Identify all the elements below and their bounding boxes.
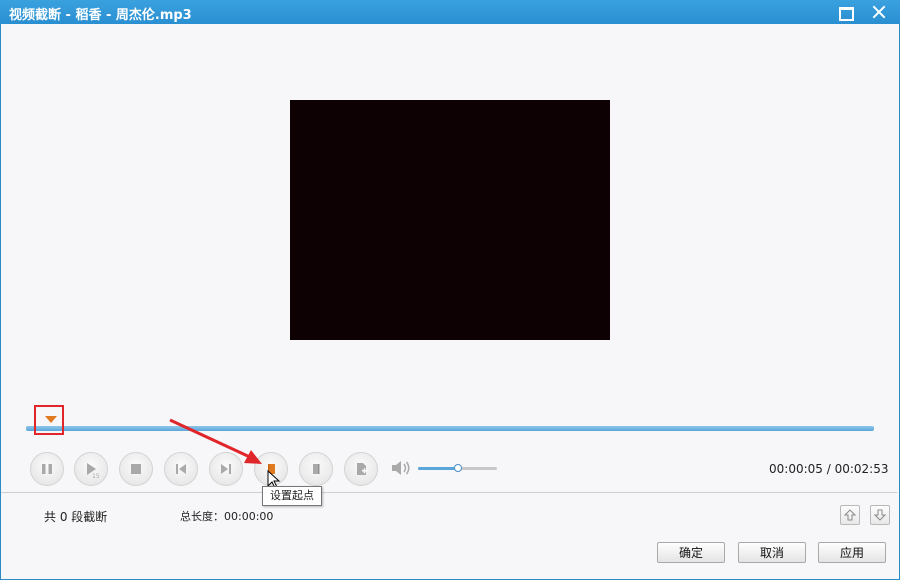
play-segment-icon: 15	[87, 463, 99, 479]
volume-fill	[418, 467, 458, 470]
time-display: 00:00:05 / 00:02:53	[769, 462, 888, 476]
segment-suffix: 段截断	[67, 510, 108, 524]
add-segment-icon	[357, 463, 367, 475]
apply-button[interactable]: 应用	[818, 542, 886, 563]
video-preview	[290, 100, 610, 340]
play-segment-button[interactable]: 15	[74, 452, 108, 486]
skip-forward-icon	[221, 464, 231, 474]
volume-slider[interactable]	[418, 464, 497, 472]
move-up-icon	[844, 509, 856, 521]
title-bar: 视频截断 - 稻香 - 周杰伦.mp3	[0, 0, 900, 24]
time-separator: /	[822, 462, 835, 476]
total-length: 总长度：00:00:00	[180, 508, 273, 524]
stop-button[interactable]	[119, 452, 153, 486]
total-length-label: 总长度：	[180, 510, 224, 523]
move-up-button[interactable]	[840, 505, 860, 525]
next-frame-button[interactable]	[209, 452, 243, 486]
add-segment-button[interactable]	[344, 452, 378, 486]
total-time: 00:02:53	[834, 462, 889, 476]
stop-icon	[131, 464, 141, 474]
timeline-track[interactable]	[26, 426, 874, 431]
segment-count: 共 0 段截断	[44, 508, 107, 525]
volume-knob[interactable]	[453, 464, 462, 472]
close-icon[interactable]	[868, 3, 890, 21]
volume-icon[interactable]	[390, 459, 412, 477]
ok-button[interactable]: 确定	[657, 542, 725, 563]
previous-frame-button[interactable]	[164, 452, 198, 486]
segment-prefix: 共	[44, 510, 60, 524]
tooltip: 设置起点	[262, 486, 322, 506]
move-down-button[interactable]	[870, 505, 890, 525]
set-end-button[interactable]	[299, 452, 333, 486]
pause-icon	[42, 464, 52, 474]
start-marker-icon[interactable]	[45, 416, 57, 423]
set-end-icon	[313, 464, 320, 474]
window-title: 视频截断 - 稻香 - 周杰伦.mp3	[9, 8, 192, 23]
total-length-value: 00:00:00	[224, 510, 274, 523]
start-marker-highlight	[34, 405, 64, 435]
pause-button[interactable]	[30, 452, 64, 486]
skip-back-icon	[176, 464, 186, 474]
current-time: 00:00:05	[769, 462, 823, 476]
svg-text:15: 15	[92, 473, 99, 479]
divider	[1, 492, 897, 493]
move-down-icon	[874, 509, 886, 521]
maximize-icon[interactable]	[834, 3, 856, 21]
cancel-button[interactable]: 取消	[738, 542, 806, 563]
